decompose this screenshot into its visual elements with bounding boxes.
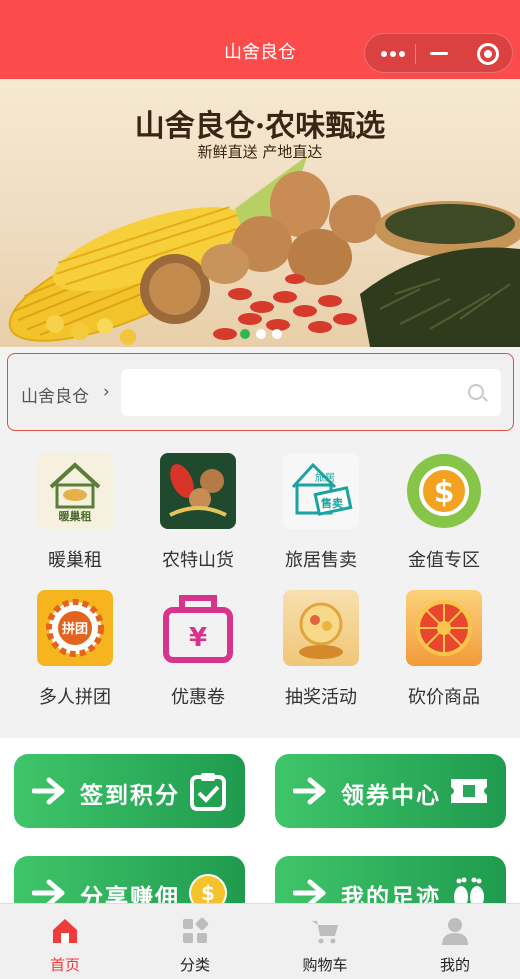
category-item-warm-nest-rent[interactable]: 暖巢租 暖巢租: [15, 437, 135, 571]
category-item-bargain[interactable]: 砍价商品: [384, 574, 504, 708]
bottom-tab-bar: 首页 分类 购物车 我的: [0, 903, 520, 979]
carousel-dot[interactable]: [272, 329, 282, 339]
cart-icon: [312, 921, 338, 944]
travel-stay-sale-icon: 旅居 售卖: [283, 453, 359, 529]
action-label: 签到积分: [80, 783, 180, 809]
action-label: 领券中心: [341, 783, 441, 809]
quick-actions: 签到积分 领券中心 分享赚佣 $ 我的足迹: [0, 738, 520, 930]
coupon-center-button[interactable]: 领券中心: [275, 754, 506, 828]
carousel-dot[interactable]: [256, 329, 266, 339]
arrow-right-icon: [293, 777, 326, 805]
tab-label: 首页: [49, 956, 80, 974]
category-item-lottery[interactable]: 抽奖活动: [261, 574, 381, 708]
bargain-wheel-icon: [406, 590, 482, 666]
category-label: 金值专区: [408, 550, 480, 571]
minimize-icon[interactable]: [430, 52, 448, 55]
svg-text:$: $: [201, 881, 215, 905]
tab-category[interactable]: 分类: [130, 904, 260, 979]
arrow-right-icon: [32, 777, 65, 805]
tab-label: 分类: [179, 956, 210, 974]
category-item-coupon[interactable]: ¥ 优惠卷: [138, 574, 258, 708]
user-icon: [442, 918, 468, 945]
travel-stay-icon-text: 旅居: [315, 471, 335, 484]
banner-carousel[interactable]: 山舍良仓·农味甄选 新鲜直送 产地直达: [0, 79, 520, 347]
capsule-divider: [415, 44, 416, 64]
farm-produce-icon: [160, 453, 236, 529]
banner-subtitle: 新鲜直送 产地直达: [197, 143, 323, 161]
tab-profile[interactable]: 我的: [390, 904, 520, 979]
store-name-label[interactable]: 山舍良仓: [21, 382, 89, 407]
checkin-points-button[interactable]: 签到积分: [14, 754, 245, 828]
chevron-right-icon[interactable]: ›: [103, 382, 110, 402]
category-label: 优惠卷: [171, 687, 225, 708]
category-item-farm-produce[interactable]: 农特山货: [138, 437, 258, 571]
category-label: 旅居售卖: [285, 550, 357, 571]
search-bar: 山舍良仓 ›: [7, 353, 514, 431]
mini-program-capsule: [364, 33, 513, 73]
tab-label: 购物车: [302, 956, 348, 974]
tab-cart[interactable]: 购物车: [260, 904, 390, 979]
category-item-gold-value-zone[interactable]: $ 金值专区: [384, 437, 504, 571]
dollar-coin-icon: $: [406, 453, 482, 529]
category-label: 抽奖活动: [285, 687, 357, 708]
tab-home[interactable]: 首页: [0, 904, 130, 979]
group-buy-icon: 拼团: [37, 590, 113, 666]
tab-label: 我的: [439, 956, 470, 974]
ticket-icon: [451, 779, 487, 803]
close-target-icon[interactable]: [477, 43, 499, 65]
category-label: 暖巢租: [48, 550, 102, 571]
category-item-travel-stay-sale[interactable]: 旅居 售卖 旅居售卖: [261, 437, 381, 571]
category-icon: [183, 917, 209, 943]
dollar-icon-text: $: [434, 475, 455, 510]
lottery-icon: [283, 590, 359, 666]
warm-nest-rent-icon: 暖巢租: [37, 453, 113, 529]
checkin-clipboard-icon: [190, 773, 226, 811]
category-grid: 暖巢租 暖巢租 农特山货 旅居 售卖 旅居售卖 $ 金值专区 拼团 多人拼团 ¥…: [0, 437, 520, 733]
carousel-indicator: [240, 329, 284, 339]
category-label: 农特山货: [162, 550, 234, 571]
home-icon: [53, 919, 77, 943]
navigation-bar: 山舍良仓: [0, 0, 520, 79]
sale-icon-text: 售卖: [320, 496, 343, 510]
search-icon[interactable]: [468, 384, 484, 400]
yen-icon-text: ¥: [189, 623, 207, 653]
category-label: 砍价商品: [408, 687, 480, 708]
more-dots-icon[interactable]: [381, 51, 405, 57]
warm-nest-rent-icon-text: 暖巢租: [59, 509, 92, 523]
category-label: 多人拼团: [39, 687, 111, 708]
coupon-bag-icon: ¥: [160, 590, 236, 666]
group-buy-icon-text: 拼团: [62, 621, 88, 637]
category-item-group-buy[interactable]: 拼团 多人拼团: [15, 574, 135, 708]
banner-title: 山舍良仓·农味甄选: [134, 109, 386, 144]
search-input[interactable]: [121, 369, 501, 416]
carousel-dot-active[interactable]: [240, 329, 250, 339]
